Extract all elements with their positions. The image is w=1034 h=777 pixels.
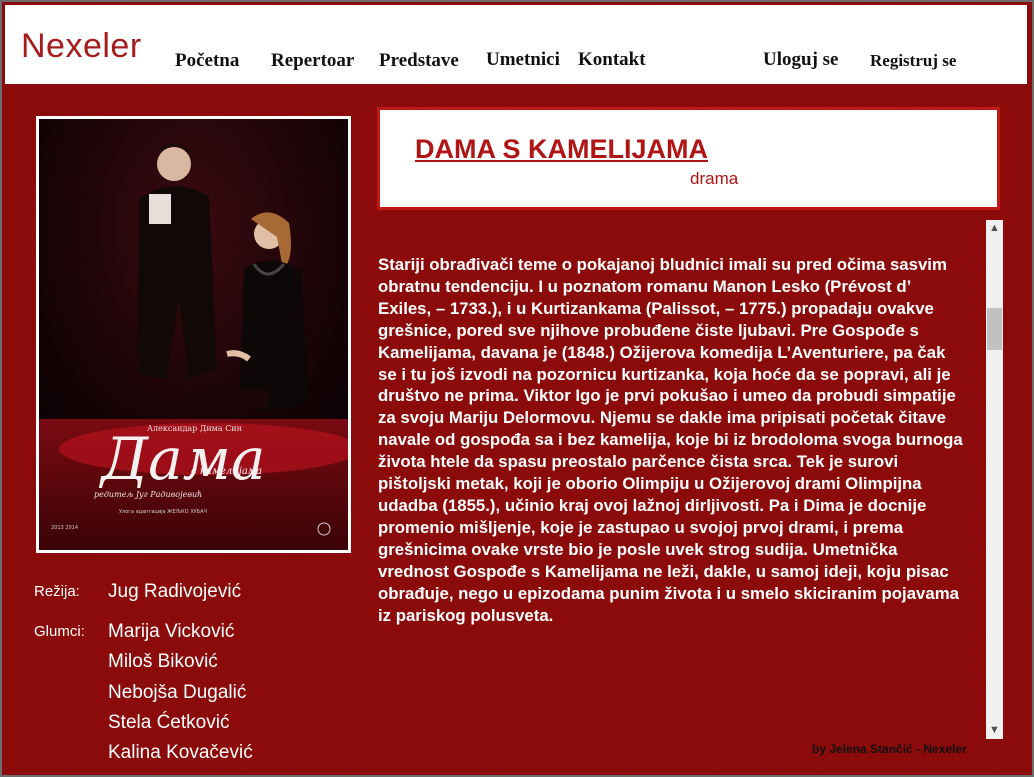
nav-repertoar[interactable]: Repertoar xyxy=(271,50,354,72)
footer-credit: by Jelena Stančić - Nexeler xyxy=(812,742,967,756)
play-title-box: DAMA S KAMELIJAMA drama xyxy=(377,107,1000,210)
poster-title: Дама xyxy=(98,425,265,493)
poster-subtitle: с камелијама xyxy=(191,466,262,477)
play-description: Stariji obrađivači teme o pokajanoj blud… xyxy=(378,255,963,625)
nav-umetnici[interactable]: Umetnici xyxy=(486,49,560,71)
poster-year: 2013 2014 xyxy=(51,525,78,531)
description-scrollbar[interactable]: ▲ ▼ xyxy=(986,220,1003,739)
cast-member: Nebojša Dugalić xyxy=(108,682,247,703)
cast-member: Miloš Biković xyxy=(108,651,218,672)
cast-label: Glumci: xyxy=(34,623,85,640)
chevron-down-icon[interactable]: ▼ xyxy=(986,722,1003,739)
scrollbar-thumb[interactable] xyxy=(987,308,1002,350)
nav-kontakt[interactable]: Kontakt xyxy=(578,49,646,71)
play-genre: drama xyxy=(690,169,739,188)
play-title: DAMA S KAMELIJAMA xyxy=(415,134,708,164)
register-link[interactable]: Registruj se xyxy=(870,51,956,71)
poster-director: редитељ Југ Радивојевић xyxy=(94,490,202,499)
chevron-up-icon[interactable]: ▲ xyxy=(986,220,1003,237)
director-name: Jug Radivojević xyxy=(108,581,242,602)
nav-predstave[interactable]: Predstave xyxy=(379,50,459,72)
page: Nexeler Početna Repertoar Predstave Umet… xyxy=(2,2,1032,775)
play-poster: Александар Дима Син Дама с камелијама ре… xyxy=(36,116,351,553)
login-link[interactable]: Uloguj se xyxy=(763,49,838,71)
cast-member: Stela Ćetković xyxy=(108,712,230,733)
direction-label: Režija: xyxy=(34,583,80,600)
header: Nexeler Početna Repertoar Predstave Umet… xyxy=(5,5,1027,84)
poster-footer: Улога адаптација ЖЕЉКО ХУБАЧ xyxy=(119,509,207,515)
cast-member: Kalina Kovačević xyxy=(108,742,253,763)
nav-pocetna[interactable]: Početna xyxy=(175,50,239,72)
logo[interactable]: Nexeler xyxy=(21,27,142,66)
cast-member: Marija Vicković xyxy=(108,621,235,642)
